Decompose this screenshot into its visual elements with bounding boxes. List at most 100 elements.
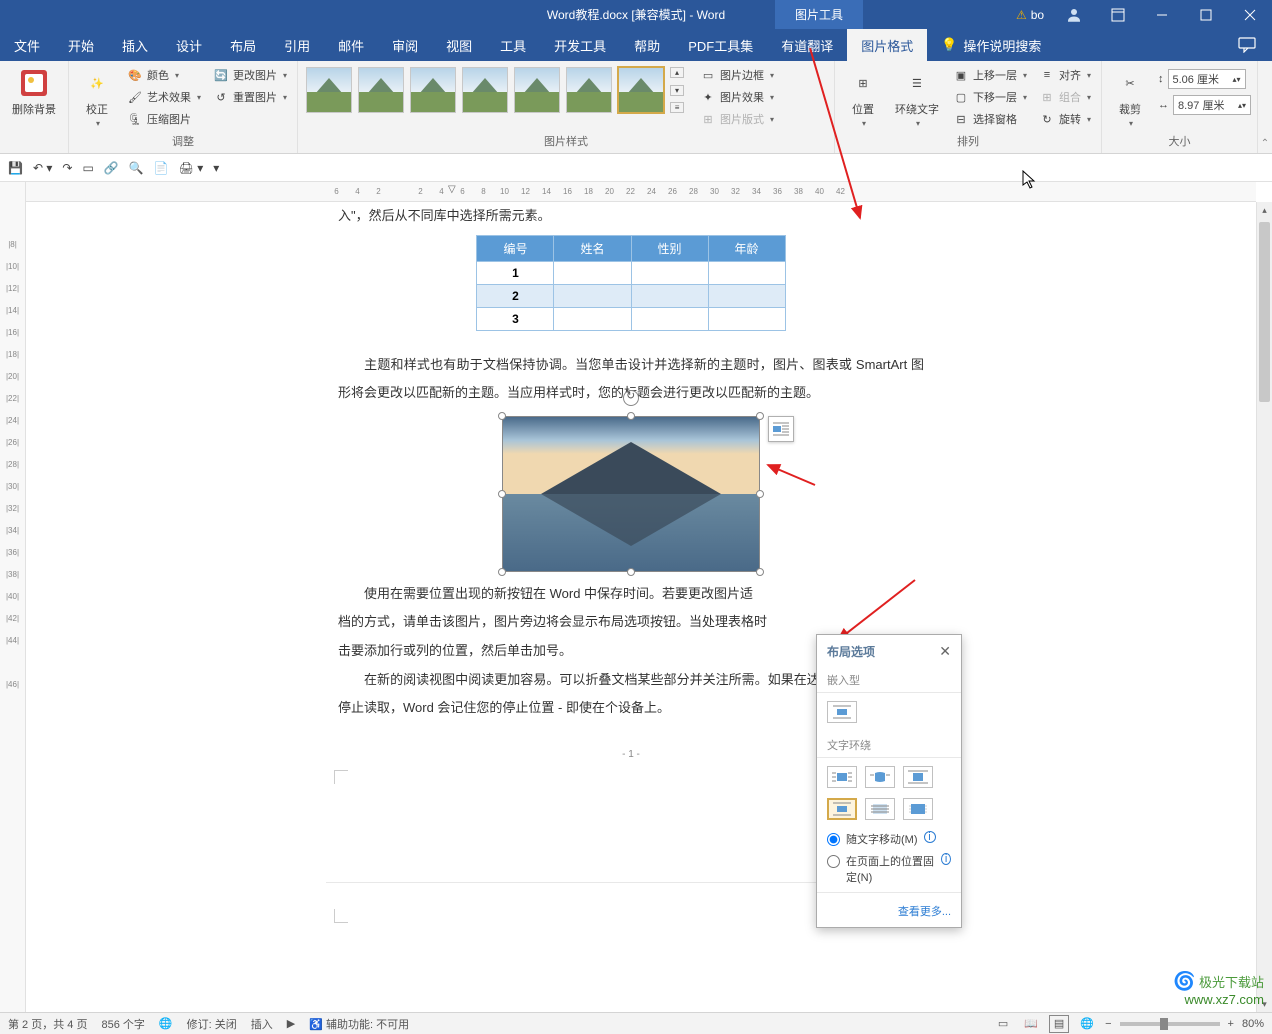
radio-fix-position[interactable] xyxy=(827,855,840,868)
qat-btn-8[interactable]: 🖨 ▾ xyxy=(179,161,204,175)
height-input[interactable]: 5.06 厘米▴▾ xyxy=(1168,69,1246,89)
scroll-up-arrow[interactable]: ▴ xyxy=(1257,202,1272,218)
layout-inline[interactable] xyxy=(827,701,857,723)
close-button[interactable] xyxy=(1228,0,1272,29)
tab-developer[interactable]: 开发工具 xyxy=(540,29,620,61)
qat-btn-4[interactable]: ▭ xyxy=(82,161,93,175)
gallery-scroll-up[interactable]: ▴ xyxy=(670,67,684,78)
see-more-link[interactable]: 查看更多... xyxy=(817,892,961,927)
save-button[interactable]: 💾 xyxy=(8,161,23,175)
wrap-text-button[interactable]: ☰ 环绕文字▾ xyxy=(889,65,945,130)
picture-style-3[interactable] xyxy=(410,67,456,113)
table-header[interactable]: 年龄 xyxy=(708,235,785,261)
artistic-effects-button[interactable]: 🖌艺术效果▾ xyxy=(123,87,205,107)
user-avatar[interactable] xyxy=(1052,0,1096,29)
selection-pane-button[interactable]: ⊟选择窗格 xyxy=(949,109,1031,129)
table-cell[interactable]: 2 xyxy=(477,284,554,307)
tab-references[interactable]: 引用 xyxy=(270,29,324,61)
table-cell[interactable] xyxy=(554,307,631,330)
table-cell[interactable] xyxy=(631,261,708,284)
color-button[interactable]: 🎨颜色▾ xyxy=(123,65,205,85)
rotate-handle[interactable] xyxy=(623,390,639,406)
tab-help[interactable]: 帮助 xyxy=(620,29,674,61)
insert-mode[interactable]: 插入 xyxy=(251,1016,273,1032)
minimize-button[interactable] xyxy=(1140,0,1184,29)
tab-review[interactable]: 审阅 xyxy=(378,29,432,61)
table-row[interactable]: 3 xyxy=(477,307,785,330)
resize-handle-b[interactable] xyxy=(627,568,635,576)
table-cell[interactable] xyxy=(708,261,785,284)
collapse-ribbon-button[interactable]: ⌃ xyxy=(1261,138,1269,149)
table-cell[interactable] xyxy=(631,307,708,330)
zoom-out[interactable]: − xyxy=(1105,1018,1111,1030)
change-picture-button[interactable]: 🔄更改图片▾ xyxy=(209,65,291,85)
send-backward-button[interactable]: ▢下移一层▾ xyxy=(949,87,1031,107)
vertical-ruler[interactable]: |8||10||12||14||16||18||20||22||24||26||… xyxy=(0,182,26,1012)
table-cell[interactable]: 1 xyxy=(477,261,554,284)
resize-handle-tr[interactable] xyxy=(756,412,764,420)
tab-layout[interactable]: 布局 xyxy=(216,29,270,61)
indent-marker[interactable]: ▽ xyxy=(448,184,456,195)
word-count[interactable]: 856 个字 xyxy=(101,1016,144,1032)
contextual-tab-picture-tools[interactable]: 图片工具 xyxy=(775,0,863,29)
zoom-level[interactable]: 80% xyxy=(1242,1018,1264,1030)
qat-customize[interactable]: ▾ xyxy=(213,161,219,175)
width-input[interactable]: 8.97 厘米▴▾ xyxy=(1173,95,1251,115)
gallery-more[interactable]: ≡ xyxy=(670,102,684,113)
picture-effects-button[interactable]: ✦图片效果▾ xyxy=(696,87,778,107)
table-cell[interactable] xyxy=(631,284,708,307)
tab-insert[interactable]: 插入 xyxy=(108,29,162,61)
resize-handle-l[interactable] xyxy=(498,490,506,498)
qat-btn-6[interactable]: 🔍 xyxy=(129,161,144,175)
tab-youdao-translate[interactable]: 有道翻译 xyxy=(767,29,847,61)
picture-style-1[interactable] xyxy=(306,67,352,113)
view-read[interactable]: 📖 xyxy=(1021,1015,1041,1033)
horizontal-ruler[interactable]: ▽ 64224681012141618202224262830323436384… xyxy=(26,182,1256,202)
layout-behind-text[interactable] xyxy=(865,798,895,820)
account-warning[interactable]: ⚠bo xyxy=(1008,0,1052,29)
layout-options-button[interactable] xyxy=(768,416,794,442)
picture-style-6[interactable] xyxy=(566,67,612,113)
document-area[interactable]: ▽ 64224681012141618202224262830323436384… xyxy=(26,182,1272,1012)
layout-popup-close[interactable]: ✕ xyxy=(939,643,951,660)
document-table[interactable]: 编号姓名性别年龄 123 xyxy=(476,235,785,331)
table-row[interactable]: 2 xyxy=(477,284,785,307)
picture-styles-gallery[interactable]: ▴ ▾ ≡ xyxy=(304,65,686,115)
layout-top-bottom[interactable] xyxy=(827,798,857,820)
view-web[interactable]: 🌐 xyxy=(1077,1015,1097,1033)
reset-picture-button[interactable]: ↺重置图片▾ xyxy=(209,87,291,107)
picture-border-button[interactable]: ▭图片边框▾ xyxy=(696,65,778,85)
radio-move-with-text[interactable] xyxy=(827,833,840,846)
table-cell[interactable] xyxy=(708,284,785,307)
view-print[interactable]: ▤ xyxy=(1049,1015,1069,1033)
macro-icon[interactable]: ▶ xyxy=(287,1017,295,1030)
view-focus[interactable]: ▭ xyxy=(993,1015,1013,1033)
comments-button[interactable] xyxy=(1222,29,1272,61)
table-header[interactable]: 性别 xyxy=(631,235,708,261)
picture-style-7[interactable] xyxy=(618,67,664,113)
gallery-scroll-down[interactable]: ▾ xyxy=(670,85,684,96)
table-header[interactable]: 编号 xyxy=(477,235,554,261)
layout-tight[interactable] xyxy=(865,766,895,788)
scrollbar-thumb[interactable] xyxy=(1259,222,1270,402)
layout-square[interactable] xyxy=(827,766,857,788)
tab-home[interactable]: 开始 xyxy=(54,29,108,61)
page-indicator[interactable]: 第 2 页，共 4 页 xyxy=(8,1016,87,1032)
compress-pictures-button[interactable]: 🗜压缩图片 xyxy=(123,109,205,129)
tab-picture-format[interactable]: 图片格式 xyxy=(847,29,927,61)
picture-style-4[interactable] xyxy=(462,67,508,113)
table-cell[interactable] xyxy=(708,307,785,330)
remove-background-button[interactable]: 删除背景 xyxy=(6,65,62,119)
align-button[interactable]: ≡对齐▾ xyxy=(1035,65,1095,85)
zoom-slider[interactable] xyxy=(1120,1022,1220,1026)
selected-image-container[interactable] xyxy=(502,416,760,572)
accessibility-status[interactable]: ♿ 辅助功能: 不可用 xyxy=(309,1016,409,1032)
bring-forward-button[interactable]: ▣上移一层▾ xyxy=(949,65,1031,85)
tab-mailings[interactable]: 邮件 xyxy=(324,29,378,61)
paragraph-1[interactable]: 入"，然后从不同库中选择所需元素。 xyxy=(326,202,936,231)
layout-in-front[interactable] xyxy=(903,798,933,820)
qat-btn-5[interactable]: 🔗 xyxy=(104,161,119,175)
resize-handle-tl[interactable] xyxy=(498,412,506,420)
language-icon[interactable]: 🌐 xyxy=(159,1017,173,1030)
resize-handle-br[interactable] xyxy=(756,568,764,576)
